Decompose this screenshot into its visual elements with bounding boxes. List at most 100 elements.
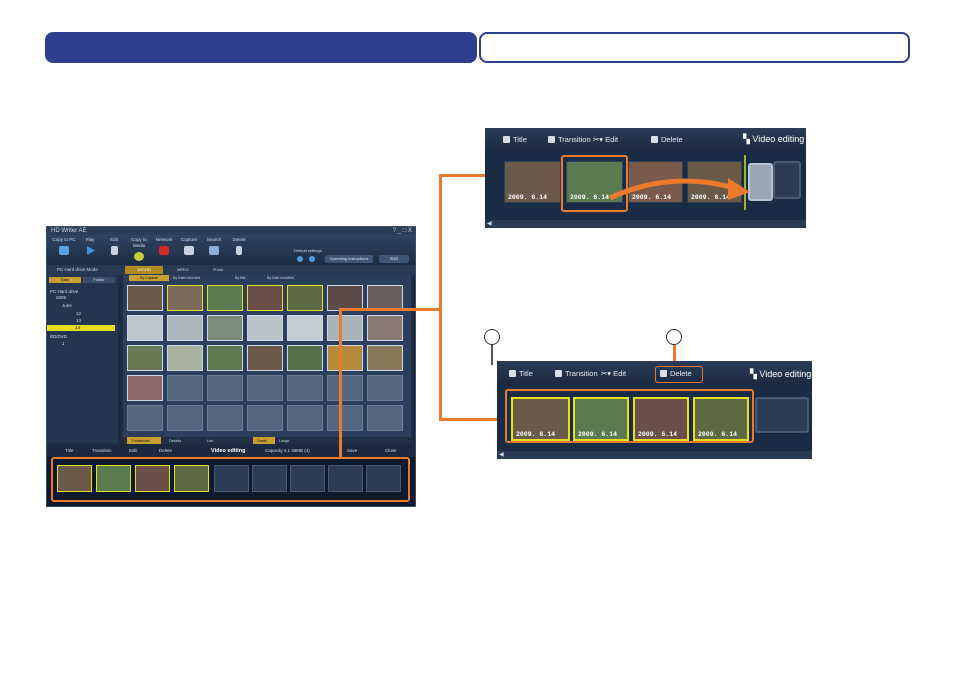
sort-by-capture[interactable]: By Capture	[129, 275, 169, 281]
empty-slot	[167, 375, 203, 401]
timeline-clip[interactable]: 2009. 6.14	[504, 161, 561, 203]
tree-item-13[interactable]: 13	[76, 318, 81, 324]
scissors-icon: ✂▾	[601, 369, 614, 378]
thumbnail[interactable]	[127, 315, 163, 341]
tab-photo[interactable]: Photo	[203, 266, 233, 274]
window-title: HD Writer AE	[47, 227, 415, 235]
sort-by-date-recorded[interactable]: By Date recorded	[173, 275, 200, 281]
tree-item-2009[interactable]: 2009	[56, 295, 66, 301]
sort-bar: By Capture By Date recorded By title By …	[127, 275, 409, 281]
edit-button[interactable]: Edit	[129, 445, 137, 457]
delete-button[interactable]: Delete	[651, 135, 683, 144]
delete-button[interactable]: Delete	[159, 445, 172, 457]
save-button[interactable]: Save	[347, 445, 357, 457]
settings-icon[interactable]	[297, 256, 303, 262]
mode-bar: PC Hard drive Mode AVCHD MPEG Photo	[47, 265, 415, 275]
search-icon	[209, 246, 219, 255]
view-list[interactable]: List	[203, 437, 213, 444]
thumbnail[interactable]	[207, 345, 243, 371]
size-small[interactable]: Small	[253, 437, 275, 444]
empty-slot	[327, 405, 363, 431]
exit-button[interactable]: Exit	[379, 255, 409, 263]
edit-label: Edit	[605, 135, 619, 144]
default-settings-label: Default settings	[294, 248, 322, 253]
thumbnail[interactable]	[167, 315, 203, 341]
disc-icon	[134, 252, 144, 261]
edit-button[interactable]: ✂▾ Edit	[601, 369, 626, 378]
tab-mpeg[interactable]: MPEG	[167, 266, 199, 274]
clip-date: 2009. 6.14	[508, 194, 548, 201]
clips-highlight	[505, 389, 754, 443]
delete-label: Delete	[661, 135, 683, 144]
scroll-left-icon[interactable]: ◀	[487, 220, 492, 228]
network-button[interactable]: Network	[151, 237, 177, 255]
video-editing-label: ▚ Video editing	[750, 369, 812, 379]
thumbnail[interactable]	[367, 345, 403, 371]
title-button[interactable]: Title	[65, 445, 73, 457]
tab-date[interactable]: Date	[49, 277, 81, 283]
horizontal-scrollbar[interactable]: ◀	[485, 220, 806, 228]
tree-item-bd-dvd[interactable]: BD/DVD	[50, 334, 67, 340]
thumbnail[interactable]	[287, 285, 323, 311]
tree-item-12[interactable]: 12	[76, 311, 81, 317]
title-button[interactable]: Title	[503, 135, 527, 144]
tree-item-1[interactable]: 1	[62, 341, 65, 347]
empty-slot	[367, 375, 403, 401]
tab-folder[interactable]: Folder	[83, 277, 115, 283]
mode-label: PC Hard drive Mode	[57, 267, 98, 272]
edit-button[interactable]: ✂▾ Edit	[593, 135, 618, 144]
thumbnail[interactable]	[327, 315, 363, 341]
thumbnail[interactable]	[207, 315, 243, 341]
tab-avchd[interactable]: AVCHD	[125, 266, 163, 274]
tree-item-14[interactable]: 14	[47, 325, 115, 331]
thumbnail[interactable]	[247, 345, 283, 371]
size-large[interactable]: Large	[275, 437, 289, 444]
thumbnail[interactable]	[247, 315, 283, 341]
capture-button[interactable]: Capture	[176, 237, 202, 255]
thumbnail[interactable]	[127, 375, 163, 401]
close-button[interactable]: Close	[385, 445, 397, 457]
edit-label: Edit	[613, 369, 627, 378]
horizontal-scrollbar[interactable]: ◀	[497, 451, 812, 459]
thumbnail[interactable]	[367, 315, 403, 341]
operating-instructions-button[interactable]: Operating instructions	[325, 255, 373, 263]
transition-icon	[548, 136, 555, 143]
thumbnail[interactable]	[327, 345, 363, 371]
delete-button[interactable]: Delete	[226, 237, 252, 255]
delete-label: Delete	[232, 237, 246, 242]
copy-to-media-button[interactable]: Copy to Media	[126, 237, 152, 261]
transition-button[interactable]: Transition	[555, 369, 598, 378]
copy-to-pc-button[interactable]: Copy to PC	[51, 237, 77, 255]
thumbnail[interactable]	[287, 315, 323, 341]
edit-button[interactable]: Edit	[101, 237, 127, 255]
connector-line	[339, 309, 342, 459]
transition-button[interactable]: Transition	[548, 135, 591, 144]
title-button[interactable]: Title	[509, 369, 533, 378]
scroll-left-icon[interactable]: ◀	[499, 451, 504, 459]
thumbnail[interactable]	[127, 285, 163, 311]
section-header-left	[45, 32, 477, 63]
sort-by-title[interactable]: By title	[235, 275, 246, 281]
play-button[interactable]: Play	[77, 237, 103, 255]
marker-leader-line	[491, 345, 493, 365]
thumbnail[interactable]	[127, 345, 163, 371]
gear-icon[interactable]	[309, 256, 315, 262]
window-controls[interactable]: ? _ □ X	[393, 227, 412, 235]
view-details[interactable]: Details	[165, 437, 181, 444]
transition-button[interactable]: Transition	[92, 445, 112, 457]
search-label: Search	[206, 237, 222, 242]
copy-to-pc-label: Copy to PC	[52, 237, 76, 242]
connector-line	[339, 308, 441, 311]
thumbnail[interactable]	[247, 285, 283, 311]
thumbnail[interactable]	[167, 345, 203, 371]
search-button[interactable]: Search	[201, 237, 227, 255]
sort-by-date-modified[interactable]: By Date modified	[267, 275, 294, 281]
thumbnail[interactable]	[207, 285, 243, 311]
tree-item-june[interactable]: June	[62, 303, 72, 309]
trash-icon	[236, 246, 242, 255]
view-thumbnail[interactable]: Thumbnail	[127, 437, 161, 444]
sidebar-tabs: Date Folder	[49, 277, 115, 283]
thumbnail[interactable]	[167, 285, 203, 311]
thumbnail[interactable]	[287, 345, 323, 371]
edit-toolbar: Title Transition Edit Delete Video editi…	[47, 445, 415, 457]
